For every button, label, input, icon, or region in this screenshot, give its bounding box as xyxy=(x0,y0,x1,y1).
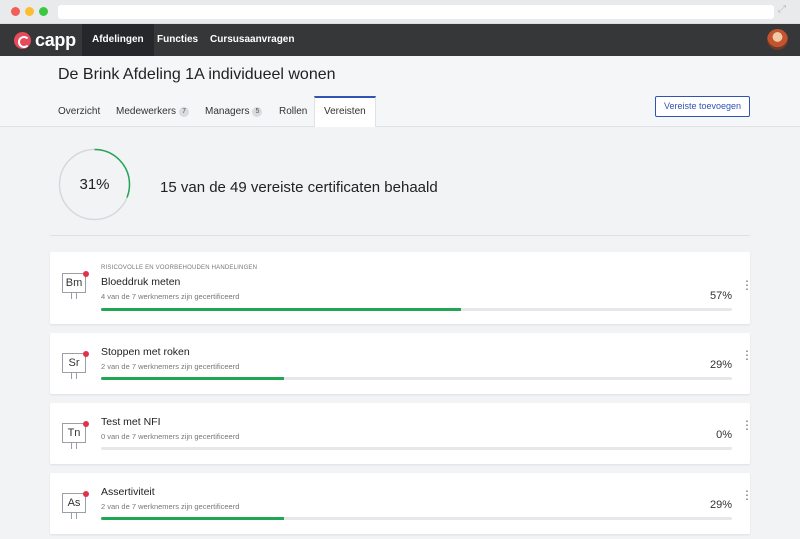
logo-icon xyxy=(14,31,31,49)
tab-rollen[interactable]: Rollen xyxy=(270,96,316,127)
ribbon-icon xyxy=(71,513,77,519)
window-minimize-dot[interactable] xyxy=(25,7,34,16)
requirement-title[interactable]: Test met NFI xyxy=(101,416,161,428)
ribbon-icon xyxy=(71,373,77,379)
ribbon-icon xyxy=(71,443,77,449)
tab-label: Overzicht xyxy=(58,106,101,117)
requirement-card[interactable]: Sr Stoppen met roken 2 van de 7 werkneme… xyxy=(50,333,753,394)
more-options-icon[interactable]: ⋮ xyxy=(741,279,753,291)
notification-dot xyxy=(83,421,89,427)
requirement-percent: 0% xyxy=(716,429,732,441)
notification-dot xyxy=(83,491,89,497)
address-bar[interactable] xyxy=(58,5,774,19)
progress-fill xyxy=(101,308,461,311)
browser-chrome: ⤢ xyxy=(0,0,800,24)
tab-label: Rollen xyxy=(279,106,308,117)
window-close-dot[interactable] xyxy=(11,7,20,16)
tab-medewerkers[interactable]: Medewerkers 7 xyxy=(107,96,198,127)
user-avatar[interactable] xyxy=(767,29,788,50)
more-options-icon[interactable]: ⋮ xyxy=(741,419,753,431)
logo-text: capp xyxy=(35,29,76,50)
certificate-badge-icon: Tn xyxy=(62,423,86,443)
more-options-icon[interactable]: ⋮ xyxy=(741,489,753,501)
tab-label: Managers xyxy=(205,106,250,117)
requirement-subtitle: 0 van de 7 werknemers zijn gecertificeer… xyxy=(101,432,240,441)
tab-label: Medewerkers xyxy=(116,106,177,117)
top-navigation: capp Afdelingen Functies Cursusaanvragen xyxy=(0,24,800,56)
add-requirement-button[interactable]: Vereiste toevoegen xyxy=(655,96,750,117)
requirements-content: 31% 15 van de 49 vereiste certificaten b… xyxy=(0,127,800,539)
nav-item-cursusaanvragen[interactable]: Cursusaanvragen xyxy=(200,24,304,56)
requirement-percent: 29% xyxy=(709,499,732,511)
requirement-subtitle: 2 van de 7 werknemers zijn gecertificeer… xyxy=(101,502,240,511)
requirement-percent: 57% xyxy=(709,290,732,302)
requirement-progress-bar xyxy=(101,377,732,380)
requirement-progress-bar xyxy=(101,517,732,520)
tab-label: Vereisten xyxy=(324,106,366,117)
requirement-subtitle: 2 van de 7 werknemers zijn gecertificeer… xyxy=(101,362,240,371)
certificate-badge-icon: Bm xyxy=(62,273,86,293)
requirement-title[interactable]: Assertiviteit xyxy=(101,486,155,498)
tab-managers[interactable]: Managers 5 xyxy=(196,96,271,127)
nav-item-functies[interactable]: Functies xyxy=(147,24,208,56)
expand-icon[interactable]: ⤢ xyxy=(778,5,788,15)
requirement-category: RISICOVOLLE EN VOORBEHOUDEN HANDELINGEN xyxy=(101,265,258,271)
requirement-title[interactable]: Stoppen met roken xyxy=(101,346,190,358)
ribbon-icon xyxy=(71,293,77,299)
tab-overzicht[interactable]: Overzicht xyxy=(49,96,109,127)
requirement-title[interactable]: Bloeddruk meten xyxy=(101,276,180,288)
summary-text: 15 van de 49 vereiste certificaten behaa… xyxy=(160,179,438,196)
requirement-progress-bar xyxy=(101,447,732,450)
window-maximize-dot[interactable] xyxy=(39,7,48,16)
requirement-subtitle: 4 van de 7 werknemers zijn gecertificeer… xyxy=(101,292,240,301)
requirement-percent: 29% xyxy=(709,359,732,371)
page-title: De Brink Afdeling 1A individueel wonen xyxy=(58,66,336,83)
page-header: De Brink Afdeling 1A individueel wonen O… xyxy=(0,56,800,128)
tab-count-badge: 7 xyxy=(179,107,190,117)
requirement-card[interactable]: As Assertiviteit 2 van de 7 werknemers z… xyxy=(50,473,753,534)
more-options-icon[interactable]: ⋮ xyxy=(741,349,753,361)
notification-dot xyxy=(83,271,89,277)
requirement-progress-bar xyxy=(101,308,732,311)
tab-count-badge: 5 xyxy=(252,107,263,117)
certificate-badge-icon: Sr xyxy=(62,353,86,373)
nav-item-afdelingen[interactable]: Afdelingen xyxy=(82,24,154,56)
requirement-card[interactable]: Bm RISICOVOLLE EN VOORBEHOUDEN HANDELING… xyxy=(50,252,753,324)
notification-dot xyxy=(83,351,89,357)
progress-fill xyxy=(101,377,284,380)
app-logo[interactable]: capp xyxy=(14,30,76,50)
tab-vereisten[interactable]: Vereisten xyxy=(314,96,376,128)
requirement-card[interactable]: Tn Test met NFI 0 van de 7 werknemers zi… xyxy=(50,403,753,464)
certificates-summary: 31% 15 van de 49 vereiste certificaten b… xyxy=(50,127,750,236)
progress-fill xyxy=(101,517,284,520)
progress-percent: 31% xyxy=(79,176,110,193)
certificate-badge-icon: As xyxy=(62,493,86,513)
